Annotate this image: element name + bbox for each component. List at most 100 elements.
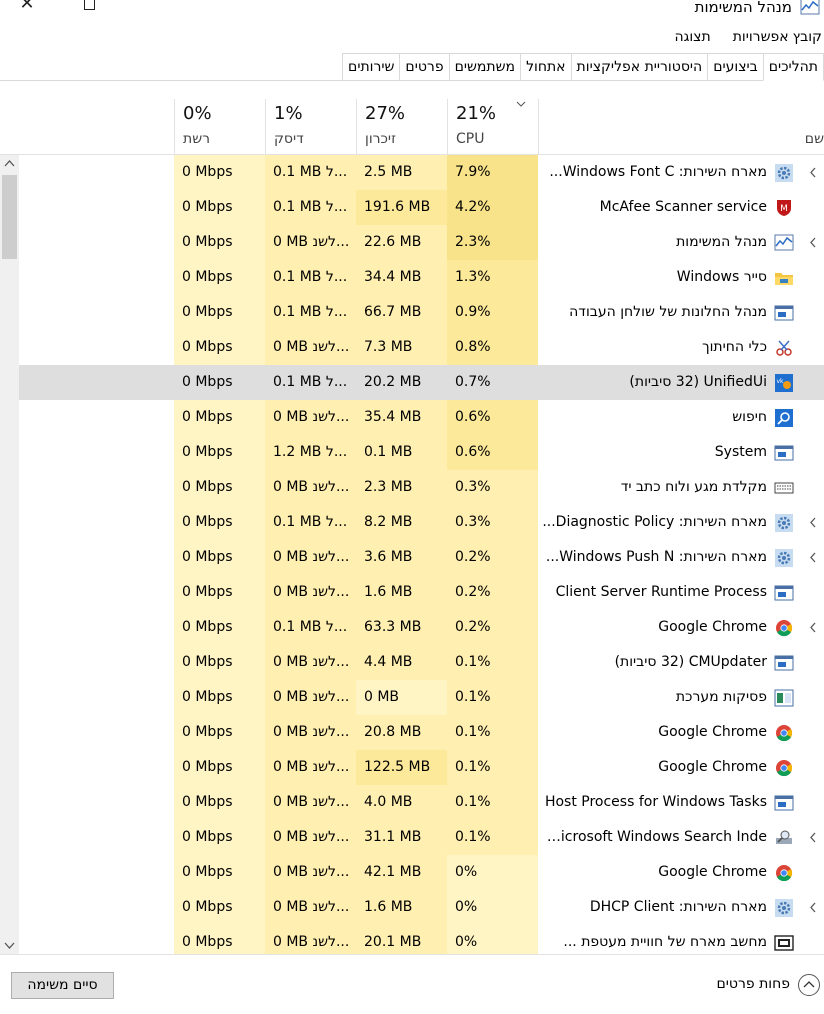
tab-services[interactable]: שירותים (342, 53, 401, 80)
network-total: 0% (183, 103, 212, 124)
process-row[interactable]: 0 Mbps 0 MB לשנ... 1.6 MB 0.2% Client Server… (0, 575, 824, 610)
disk-value: 0 MB לשנ... (265, 750, 356, 785)
process-row[interactable]: 0 Mbps 0.1 MB ל... 63.3 MB 0.2% Google Chrom… (0, 610, 824, 645)
chrome-icon (774, 864, 794, 882)
process-row[interactable]: 0 Mbps 0 MB לשנ... 7.3 MB 0.8% כלי החיתוך (0, 330, 824, 365)
column-name[interactable]: שם (538, 99, 824, 155)
memory-value: 20.8 MB (356, 715, 447, 750)
process-name: מארח השירות: DHCP Client (589, 899, 767, 915)
scissors-icon (774, 339, 794, 357)
network-value: 0 Mbps (174, 295, 265, 330)
shell-host-icon (774, 934, 794, 952)
gear-icon (774, 549, 794, 567)
window-icon (774, 304, 794, 322)
disk-value: 0.1 MB ל... (265, 505, 356, 540)
column-cpu[interactable]: 21% CPU (447, 99, 538, 155)
cpu-value: 0% (447, 925, 538, 954)
sort-descending-icon (516, 101, 526, 107)
keyboard-icon (774, 479, 794, 497)
expand-chevron-icon[interactable] (806, 225, 820, 260)
column-disk[interactable]: 1% דיסק (265, 99, 356, 155)
process-row[interactable]: 0 Mbps 0.1 MB ל... 2.5 MB 7.9% מארח השירות: … (0, 155, 824, 190)
end-task-button[interactable]: סיים משימה (11, 972, 114, 999)
process-row[interactable]: 0 Mbps 0.1 MB ל... 8.2 MB 0.3% מארח השירות: … (0, 505, 824, 540)
gear-icon (774, 514, 794, 532)
memory-value: 7.3 MB (356, 330, 447, 365)
scroll-up-button[interactable] (0, 155, 19, 172)
cpu-value: 0.9% (447, 295, 538, 330)
cpu-value: 0.1% (447, 680, 538, 715)
tab-users[interactable]: משתמשים (448, 53, 522, 80)
tab-app-history[interactable]: היסטוריית אפליקציות (570, 53, 709, 80)
window-icon (774, 794, 794, 812)
menu-view[interactable]: תצוגה (672, 26, 712, 48)
process-row[interactable]: 0 Mbps 0 MB לשנ... 35.4 MB 0.6% חיפוש (0, 400, 824, 435)
process-row[interactable]: 0 Mbps 0 MB לשנ... 4.0 MB 0.1% Host Process … (0, 785, 824, 820)
process-row[interactable]: 0 Mbps 0 MB לשנ... 2.3 MB 0.3% מקלדת מגע ולו… (0, 470, 824, 505)
fewer-details-link[interactable]: פחות פרטים (717, 976, 791, 992)
task-manager-icon (774, 234, 794, 252)
process-row[interactable]: 0 Mbps 0 MB לשנ... 3.6 MB 0.2% מארח השירות: … (0, 540, 824, 575)
tab-startup[interactable]: אתחול (520, 53, 572, 80)
memory-total: 27% (365, 103, 406, 124)
network-value: 0 Mbps (174, 645, 265, 680)
network-value: 0 Mbps (174, 890, 265, 925)
cpu-value: 0.1% (447, 785, 538, 820)
process-name: UnifiedUi (32 סיביות) (629, 374, 767, 390)
process-row[interactable]: 0 Mbps 0 MB לשנ... 22.6 MB 2.3% מנהל המשימות (0, 225, 824, 260)
network-value: 0 Mbps (174, 365, 265, 400)
process-row[interactable]: 0 Mbps 1.2 MB ל... 0.1 MB 0.6% System (0, 435, 824, 470)
cpu-value: 0.1% (447, 645, 538, 680)
cpu-value: 0.2% (447, 575, 538, 610)
expand-chevron-icon[interactable] (806, 610, 820, 645)
cpu-value: 0.8% (447, 330, 538, 365)
folder-icon (774, 269, 794, 287)
process-name: כלי החיתוך (702, 339, 767, 355)
process-row[interactable]: 0 Mbps 0.1 MB ל... 191.6 MB 4.2% McAfee Scan… (0, 190, 824, 225)
process-row[interactable]: 0 Mbps 0 MB לשנ... 31.1 MB 0.1% Microsoft Wi… (0, 820, 824, 855)
process-row[interactable]: 0 Mbps 0 MB לשנ... 20.8 MB 0.1% Google Chrom… (0, 715, 824, 750)
chrome-icon (774, 619, 794, 637)
disk-value: 0.1 MB ל... (265, 190, 356, 225)
chevron-up-icon[interactable] (798, 974, 820, 996)
process-row[interactable]: 0 Mbps 0.1 MB ל... 34.4 MB 1.3% סייר Windows (0, 260, 824, 295)
tab-details[interactable]: פרטים (399, 53, 450, 80)
tab-processes[interactable]: תהליכים (762, 53, 824, 81)
maximize-button[interactable] (74, 0, 104, 18)
process-row[interactable]: 0 Mbps 0 MB לשנ... 1.6 MB 0% מארח השירות: DH… (0, 890, 824, 925)
network-value: 0 Mbps (174, 715, 265, 750)
process-row[interactable]: 0 Mbps 0 MB לשנ... 42.1 MB 0% Google Chrome (0, 855, 824, 890)
process-row[interactable]: 0 Mbps 0.1 MB ל... 20.2 MB 0.7% UnifiedUi (3… (0, 365, 824, 400)
cpu-value: 0.2% (447, 540, 538, 575)
menu-file[interactable]: קובץ (791, 26, 824, 48)
disk-value: 0.1 MB ל... (265, 365, 356, 400)
cpu-label: CPU (456, 131, 485, 147)
menu-options[interactable]: אפשרויות (731, 26, 791, 48)
disk-value: 1.2 MB ל... (265, 435, 356, 470)
network-value: 0 Mbps (174, 155, 265, 190)
column-memory[interactable]: 27% זיכרון (356, 99, 447, 155)
tab-performance[interactable]: ביצועים (707, 53, 764, 80)
svg-text:vk: vk (776, 378, 784, 385)
process-row[interactable]: 0 Mbps 0 MB לשנ... 4.4 MB 0.1% CMUpdater (32… (0, 645, 824, 680)
minimize-button[interactable] (134, 0, 164, 18)
close-button[interactable]: ✕ (12, 0, 42, 18)
process-row[interactable]: 0 Mbps 0 MB לשנ... 122.5 MB 0.1% Google Chro… (0, 750, 824, 785)
process-row[interactable]: 0 Mbps 0 MB לשנ... 20.1 MB 0% מחשב מארח של ח… (0, 925, 824, 954)
process-row[interactable]: 0 Mbps 0 MB לשנ... 0 MB 0.1% פסיקות מערכת (0, 680, 824, 715)
scroll-down-button[interactable] (0, 937, 19, 954)
column-network[interactable]: 0% רשת (174, 99, 265, 155)
process-name: סייר Windows (676, 269, 767, 285)
scroll-thumb[interactable] (2, 175, 17, 259)
vertical-scrollbar[interactable] (0, 155, 19, 954)
process-row[interactable]: 0 Mbps 0.1 MB ל... 66.7 MB 0.9% מנהל החלונות… (0, 295, 824, 330)
expand-chevron-icon[interactable] (806, 505, 820, 540)
disk-value: 0 MB לשנ... (265, 645, 356, 680)
memory-value: 66.7 MB (356, 295, 447, 330)
expand-chevron-icon[interactable] (806, 540, 820, 575)
expand-chevron-icon[interactable] (806, 820, 820, 855)
expand-chevron-icon[interactable] (806, 890, 820, 925)
disk-value: 0 MB לשנ... (265, 855, 356, 890)
expand-chevron-icon[interactable] (806, 155, 820, 190)
memory-value: 1.6 MB (356, 890, 447, 925)
